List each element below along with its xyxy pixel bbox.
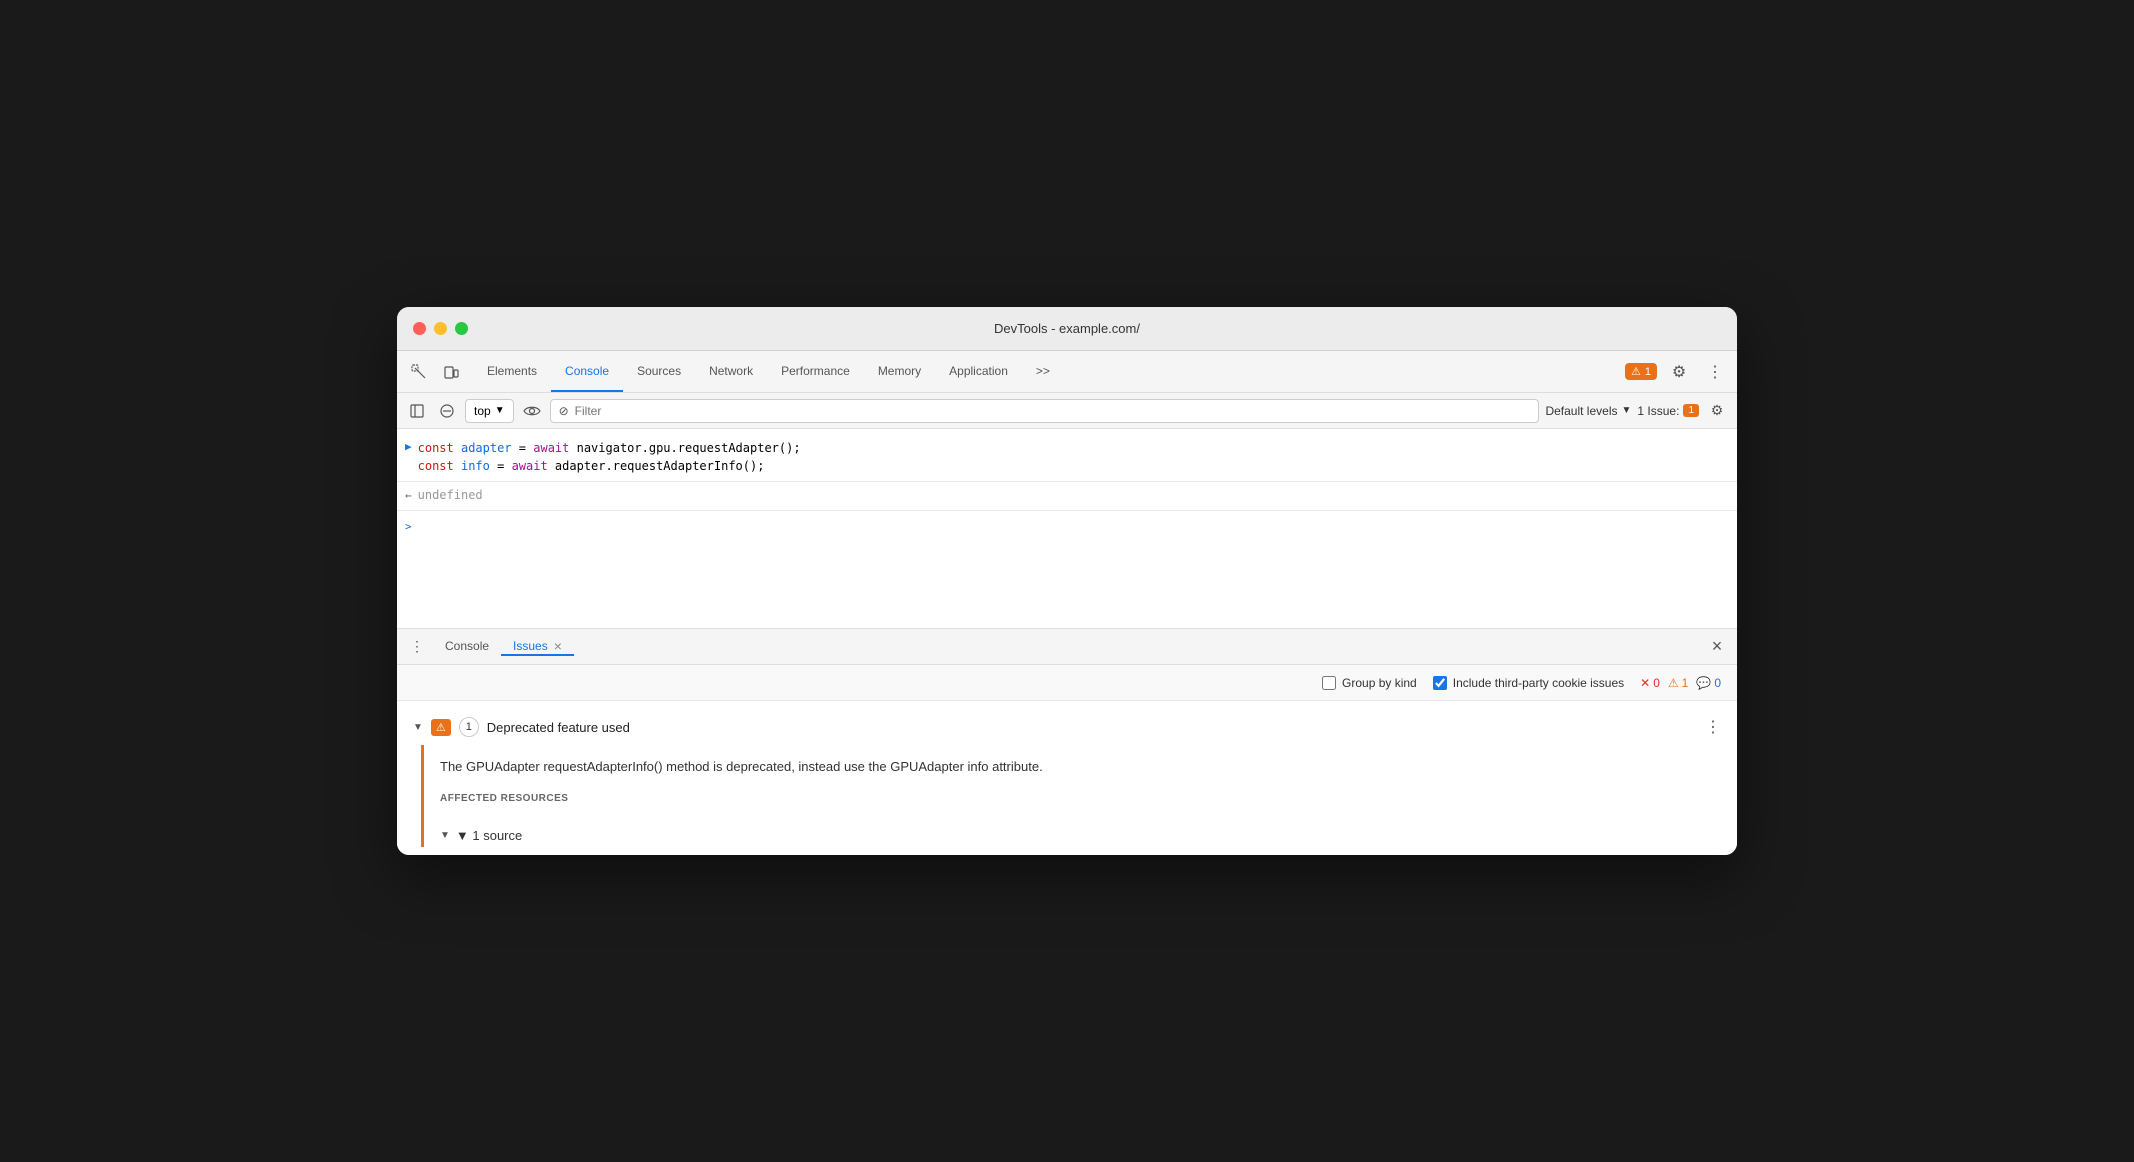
tabbar-left-icons [405,351,465,392]
titlebar-buttons [413,322,468,335]
issue-count-circle: 1 [459,717,479,737]
console-prompt-line: > [397,515,1737,537]
main-tabbar: Elements Console Sources Network Perform… [397,351,1737,393]
source-collapse-icon: ▼ [440,830,450,841]
panel-tabbar: ⋮ Console Issues × × [397,629,1737,665]
sidebar-toggle-icon[interactable] [405,399,429,423]
issue-description: The GPUAdapter requestAdapterInfo() meth… [440,745,1721,785]
issues-toolbar: Group by kind Include third-party cookie… [397,665,1737,701]
inspect-element-icon[interactable] [405,358,433,386]
main-tabs: Elements Console Sources Network Perform… [473,351,1625,392]
console-output: ▶ const adapter = await navigator.gpu.re… [397,429,1737,629]
prompt-arrow-icon: > [405,520,412,533]
clear-console-icon[interactable] [435,399,459,423]
panel-tabbar-right: × [1705,629,1729,664]
group-by-kind-checkbox[interactable] [1322,676,1336,690]
issue-label: 1 Issue: [1637,404,1679,418]
console-entry-1: ▶ const adapter = await navigator.gpu.re… [397,437,1737,477]
window-title: DevTools - example.com/ [994,321,1140,336]
info-count-badge: 💬 0 [1696,676,1721,690]
warning-count: 1 [1645,366,1651,378]
source-row[interactable]: ▼ ▼ 1 source [440,824,1721,847]
more-options-icon[interactable]: ⋮ [1701,358,1729,386]
result-arrow-icon: ← [405,489,412,502]
tab-sources[interactable]: Sources [623,351,695,392]
result-value: undefined [418,488,483,502]
issue-section: ▼ ⚠ 1 Deprecated feature used ⋮ The GPUA… [397,701,1737,855]
bottom-panel: ⋮ Console Issues × × Group by kin [397,629,1737,855]
issue-header[interactable]: ▼ ⚠ 1 Deprecated feature used ⋮ [413,709,1721,745]
titlebar: DevTools - example.com/ [397,307,1737,351]
source-label: ▼ 1 source [456,828,522,843]
issue-title: Deprecated feature used [487,720,1697,735]
issue-warning-icon: ⚠ [431,719,451,736]
settings-icon[interactable]: ⚙ [1705,399,1729,423]
error-count-badge: ✕ 0 [1640,676,1660,690]
tab-performance[interactable]: Performance [767,351,864,392]
tab-console-panel[interactable]: Console [433,638,501,656]
panel-tabbar-left: ⋮ Console Issues × [405,629,574,664]
filter-icon: ⊘ [559,404,569,418]
console-divider-2 [397,510,1737,511]
issue-more-icon[interactable]: ⋮ [1705,717,1721,737]
code-line-2: const info = await adapter.requestAdapte… [418,457,801,475]
settings-icon[interactable]: ⚙ [1665,358,1693,386]
panel-more-icon[interactable]: ⋮ [405,635,429,659]
minimize-button[interactable] [434,322,447,335]
console-result: ← undefined [397,486,1737,506]
devtools-window: DevTools - example.com/ Elements [397,307,1737,855]
affected-resources-label: AFFECTED RESOURCES [440,793,1721,804]
console-toolbar: top ▼ ⊘ Default levels ▼ 1 Issue: 1 ⚙ [397,393,1737,429]
issue-count-badge[interactable]: 1 Issue: 1 [1637,404,1699,418]
chevron-down-icon: ▼ [1622,405,1632,416]
chevron-down-icon: ▼ [495,405,505,416]
error-icon: ✕ [1640,676,1650,690]
code-block: const adapter = await navigator.gpu.requ… [418,439,801,475]
filter-box[interactable]: ⊘ [550,399,1540,423]
expand-arrow-icon[interactable]: ▶ [405,440,412,453]
close-button[interactable] [413,322,426,335]
include-third-party-label[interactable]: Include third-party cookie issues [1433,676,1624,690]
default-levels-label: Default levels [1545,404,1617,418]
device-toolbar-icon[interactable] [437,358,465,386]
tab-memory[interactable]: Memory [864,351,935,392]
tab-network[interactable]: Network [695,351,767,392]
maximize-button[interactable] [455,322,468,335]
code-line-1: const adapter = await navigator.gpu.requ… [418,439,801,457]
warning-icon: ⚠ [1631,365,1641,378]
collapse-arrow-icon: ▼ [413,722,423,733]
issue-body: The GPUAdapter requestAdapterInfo() meth… [421,745,1721,847]
include-third-party-checkbox[interactable] [1433,676,1447,690]
filter-input[interactable] [575,404,1531,418]
issue-badge-count: 1 [1683,404,1699,417]
tabbar-right: ⚠ 1 ⚙ ⋮ [1625,351,1729,392]
close-issues-tab-icon[interactable]: × [554,638,562,654]
tab-elements[interactable]: Elements [473,351,551,392]
default-levels-selector[interactable]: Default levels ▼ [1545,404,1631,418]
tab-console[interactable]: Console [551,351,623,392]
tab-issues-panel[interactable]: Issues × [501,638,574,656]
warning-badge[interactable]: ⚠ 1 [1625,363,1657,380]
panel-tabs: Console Issues × [433,638,574,656]
info-icon: 💬 [1696,676,1711,690]
close-panel-icon[interactable]: × [1705,635,1729,659]
tab-more[interactable]: >> [1022,351,1064,392]
group-by-kind-label[interactable]: Group by kind [1322,676,1417,690]
context-label: top [474,404,491,418]
warning-icon: ⚠ [1668,676,1679,690]
context-selector[interactable]: top ▼ [465,399,514,423]
issues-counts: ✕ 0 ⚠ 1 💬 0 [1640,676,1721,690]
tab-application[interactable]: Application [935,351,1022,392]
console-divider [397,481,1737,482]
live-expressions-icon[interactable] [520,399,544,423]
warning-count-badge: ⚠ 1 [1668,676,1688,690]
